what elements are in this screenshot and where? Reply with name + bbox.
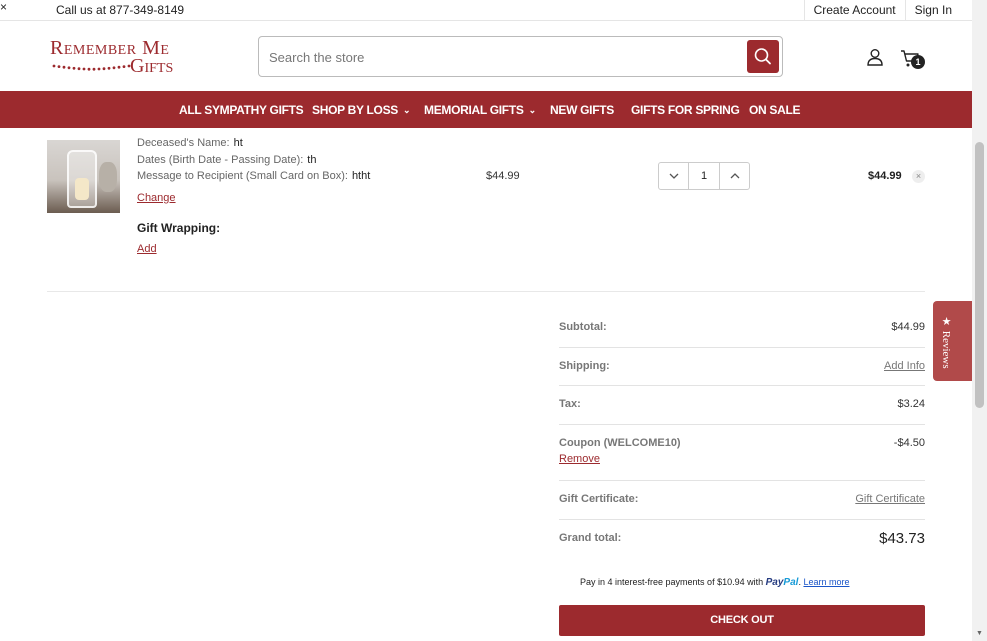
coupon-row: Coupon (WELCOME10) -$4.50 Remove xyxy=(559,425,925,481)
section-divider xyxy=(47,291,925,292)
option-deceased-name: Deceased's Name: ht xyxy=(137,137,243,149)
close-icon[interactable]: × xyxy=(0,0,7,14)
sign-in-link[interactable]: Sign In xyxy=(904,0,972,21)
gift-certificate-row: Gift Certificate: Gift Certificate xyxy=(559,481,925,520)
create-account-link[interactable]: Create Account xyxy=(803,0,905,21)
subtotal-value: $44.99 xyxy=(891,321,925,333)
reviews-tab-text: Reviews xyxy=(940,330,952,369)
logo-line2: Gifts xyxy=(130,55,174,77)
gift-certificate-link[interactable]: Gift Certificate xyxy=(855,493,925,505)
page-scrollbar[interactable]: ▼ xyxy=(972,0,987,641)
nav-item-new-gifts[interactable]: NEW GIFTS xyxy=(550,103,614,117)
paypal-message-text: Pay in 4 interest-free payments of $10.9… xyxy=(580,577,764,587)
shipping-label: Shipping: xyxy=(559,360,610,372)
nav-item-memorial-gifts[interactable]: MEMORIAL GIFTS ⌄ xyxy=(424,103,536,117)
user-account-icon[interactable] xyxy=(866,48,884,66)
checkout-button[interactable]: CHECK OUT xyxy=(559,605,925,636)
chevron-down-icon xyxy=(669,173,678,179)
phone-number: Call us at 877-349-8149 xyxy=(56,3,185,17)
nav-item-label: SHOP BY LOSS xyxy=(312,103,398,117)
paypal-logo-pal: Pal xyxy=(783,577,799,588)
product-thumbnail[interactable] xyxy=(47,140,120,213)
line-total: $44.99 xyxy=(868,170,902,182)
tax-row: Tax: $3.24 xyxy=(559,386,925,425)
unit-price: $44.99 xyxy=(486,170,520,182)
star-icon: ★ xyxy=(940,315,952,331)
option-label: Message to Recipient (Small Card on Box)… xyxy=(137,170,348,182)
nav-item-label: NEW GIFTS xyxy=(550,103,614,117)
option-value: htht xyxy=(351,170,371,182)
scrollbar-thumb[interactable] xyxy=(975,142,984,408)
search-box xyxy=(258,36,783,77)
flower-shape xyxy=(99,162,117,192)
nav-item-label: MEMORIAL GIFTS xyxy=(424,103,524,117)
grand-total-label: Grand total: xyxy=(559,532,622,544)
search-input[interactable] xyxy=(269,47,739,67)
add-gift-wrapping-link[interactable]: Add xyxy=(137,243,157,255)
paypal-learn-more-link[interactable]: Learn more xyxy=(803,577,849,587)
option-label: Deceased's Name: xyxy=(137,137,230,149)
option-dates: Dates (Birth Date - Passing Date): th xyxy=(137,154,316,166)
remove-coupon-link[interactable]: Remove xyxy=(559,453,600,465)
paypal-logo: PayPal xyxy=(766,577,799,588)
nav-item-all-sympathy-gifts[interactable]: ALL SYMPATHY GIFTS xyxy=(179,103,304,117)
gift-certificate-label: Gift Certificate: xyxy=(559,493,639,505)
remove-item-icon[interactable]: × xyxy=(912,170,925,183)
nav-item-gifts-for-spring[interactable]: GIFTS FOR SPRING xyxy=(631,103,740,117)
quantity-stepper: 1 xyxy=(658,162,750,190)
nav-item-label: GIFTS FOR SPRING xyxy=(631,103,740,117)
main-navigation: ALL SYMPATHY GIFTS SHOP BY LOSS ⌄ MEMORIA… xyxy=(0,91,972,128)
scroll-down-arrow-icon[interactable]: ▼ xyxy=(976,630,983,637)
reviews-tab[interactable]: ★ Reviews xyxy=(933,301,972,381)
coupon-value: -$4.50 xyxy=(893,437,925,449)
grand-total-value: $43.73 xyxy=(879,530,925,547)
option-label: Dates (Birth Date - Passing Date): xyxy=(137,154,304,166)
paypal-pay-later-message: Pay in 4 interest-free payments of $10.9… xyxy=(580,577,850,588)
subtotal-row: Subtotal: $44.99 xyxy=(559,309,925,348)
nav-item-on-sale[interactable]: ON SALE xyxy=(749,103,801,117)
option-value: ht xyxy=(233,137,243,149)
add-shipping-info-link[interactable]: Add Info xyxy=(884,360,925,372)
nav-item-label: ON SALE xyxy=(749,103,801,117)
logo-dots-decoration xyxy=(52,64,131,71)
cart-count-badge: 1 xyxy=(911,55,925,69)
search-button[interactable] xyxy=(747,40,779,73)
reviews-tab-label: ★ Reviews xyxy=(940,315,953,369)
site-header: Remember Me Gifts 1 xyxy=(0,22,972,91)
order-totals: Subtotal: $44.99 Shipping: Add Info Tax:… xyxy=(559,309,925,560)
decrease-quantity-button[interactable] xyxy=(659,163,688,189)
nav-item-label: ALL SYMPATHY GIFTS xyxy=(179,103,304,117)
candle-shape xyxy=(75,178,89,200)
quantity-value[interactable]: 1 xyxy=(688,163,720,189)
chevron-up-icon xyxy=(730,173,739,179)
shipping-row: Shipping: Add Info xyxy=(559,348,925,386)
gift-wrapping-label: Gift Wrapping: xyxy=(137,221,221,235)
paypal-logo-pay: Pay xyxy=(765,577,784,588)
option-value: th xyxy=(307,154,317,166)
chevron-down-icon: ⌄ xyxy=(528,105,537,115)
tax-value: $3.24 xyxy=(897,398,925,410)
search-icon xyxy=(754,48,771,65)
chevron-down-icon: ⌄ xyxy=(402,105,411,115)
top-utility-bar: Call us at 877-349-8149 Create Account S… xyxy=(0,0,972,21)
grand-total-row: Grand total: $43.73 xyxy=(559,520,925,560)
coupon-label: Coupon (WELCOME10) xyxy=(559,437,681,449)
tax-label: Tax: xyxy=(559,398,581,410)
increase-quantity-button[interactable] xyxy=(720,163,749,189)
option-message: Message to Recipient (Small Card on Box)… xyxy=(137,170,370,182)
nav-item-shop-by-loss[interactable]: SHOP BY LOSS ⌄ xyxy=(312,103,411,117)
site-logo[interactable]: Remember Me Gifts xyxy=(50,37,185,77)
change-options-link[interactable]: Change xyxy=(137,192,176,204)
account-links: Create Account Sign In xyxy=(803,0,972,21)
subtotal-label: Subtotal: xyxy=(559,321,607,333)
